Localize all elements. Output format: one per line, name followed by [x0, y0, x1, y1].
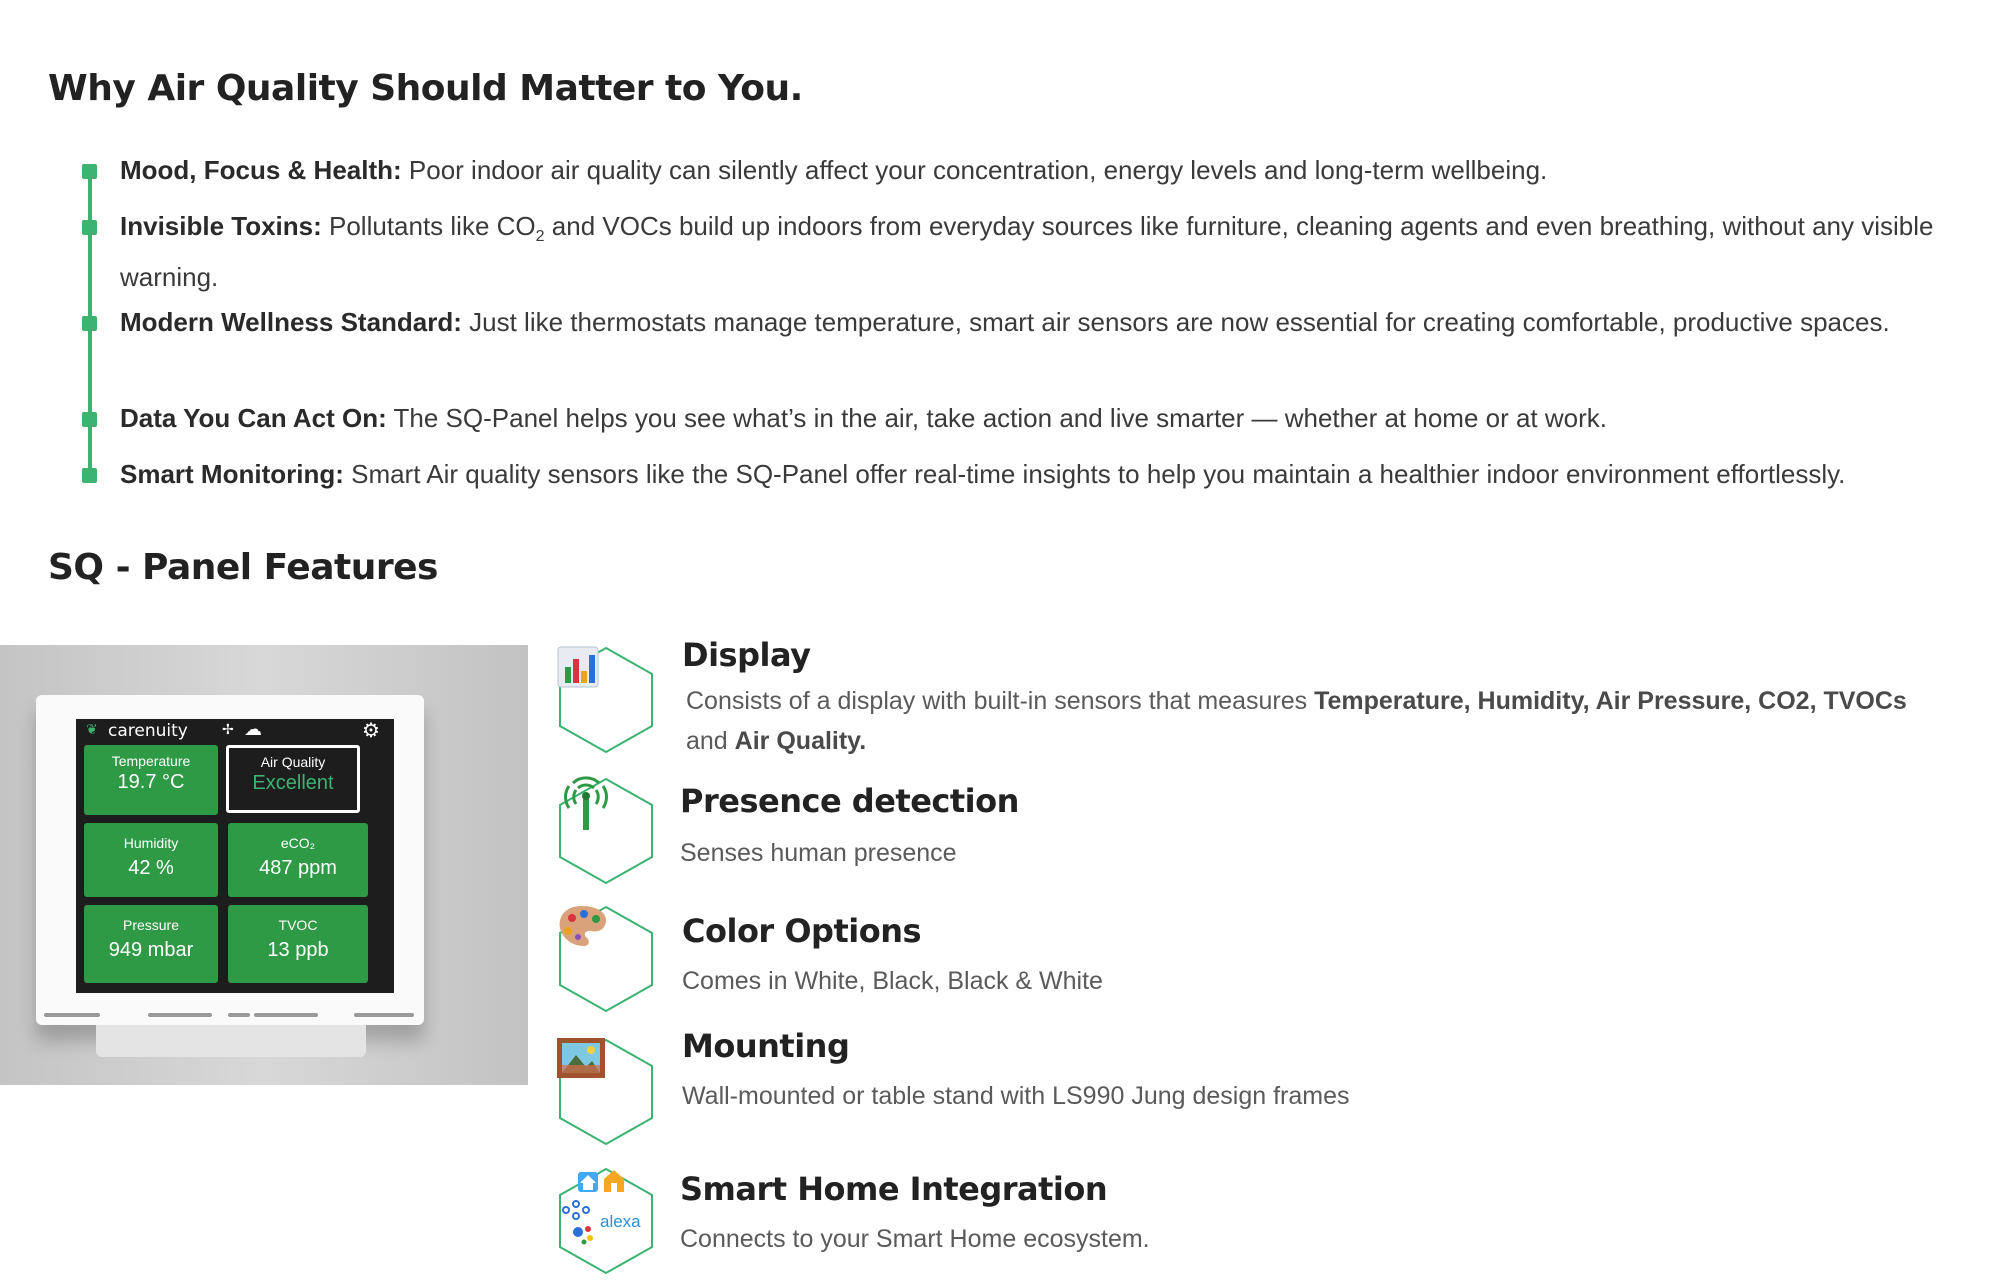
- bar-chart-icon: [556, 645, 656, 755]
- bullet-text: Pollutants like CO: [321, 211, 536, 241]
- device-stand: [96, 1025, 366, 1057]
- antenna-icon: [556, 776, 656, 886]
- device-frame: ❦ carenuity ✢ ☁ ⚙ Temperature 19.7 °C Ai…: [36, 695, 424, 1057]
- bullet-text: Smart Air quality sensors like the SQ-Pa…: [343, 459, 1846, 489]
- feature-title-smart-home: Smart Home Integration: [680, 1170, 1108, 1208]
- bullet-text: Just like thermostats manage temperature…: [461, 307, 1890, 337]
- tile-label: Temperature: [111, 753, 191, 769]
- bullet-marker: [82, 412, 97, 427]
- palette-icon: [556, 904, 656, 1014]
- brand-logo: carenuity: [108, 721, 188, 741]
- tile-value: 13 ppb: [267, 939, 329, 961]
- feature-desc-mounting: Wall-mounted or table stand with LS990 J…: [682, 1082, 1350, 1110]
- bullet-label: Modern Wellness Standard:: [120, 307, 462, 337]
- bullet-marker: [82, 468, 97, 483]
- list-item: Mood, Focus & Health: Poor indoor air qu…: [80, 150, 1960, 206]
- feature-title-display: Display: [682, 636, 811, 674]
- framed-picture-icon: [556, 1037, 656, 1147]
- feature-title-mounting: Mounting: [682, 1027, 850, 1065]
- tile-label: TVOC: [278, 917, 318, 933]
- bullet-label: Mood, Focus & Health:: [120, 155, 402, 185]
- tile-value: 42 %: [128, 857, 174, 879]
- tile-value: 949 mbar: [108, 939, 194, 961]
- desc-bold: Air Quality.: [734, 727, 867, 755]
- feature-desc-smart-home: Connects to your Smart Home ecosystem.: [680, 1225, 1150, 1253]
- tile-label: Air Quality: [260, 754, 326, 770]
- feature-title-color: Color Options: [682, 912, 922, 950]
- feature-icon-display: [556, 645, 656, 755]
- alexa-badge: alexa: [600, 1212, 641, 1231]
- desc-text: Consists of a display with built-in sens…: [686, 687, 1315, 715]
- list-item: Data You Can Act On: The SQ-Panel helps …: [80, 398, 1960, 454]
- section-title-air-quality: Why Air Quality Should Matter to You.: [48, 68, 803, 109]
- subscript: 2: [535, 228, 545, 246]
- feature-icon-mounting: [556, 1037, 656, 1147]
- bullet-label: Invisible Toxins:: [120, 211, 322, 241]
- eco2-tile: eCO₂ 487 ppm: [228, 823, 368, 897]
- section-title-features: SQ - Panel Features: [48, 547, 438, 588]
- gear-icon: ⚙: [362, 720, 380, 742]
- cloud-icon: ☁: [244, 719, 262, 739]
- feature-icon-presence: [556, 776, 656, 886]
- air-quality-tile: Air Quality Excellent: [226, 745, 360, 813]
- leaf-icon: ❦: [86, 721, 98, 737]
- fan-icon: ✢: [222, 721, 234, 737]
- tile-value: 19.7 °C: [117, 771, 185, 793]
- bullet-label: Smart Monitoring:: [120, 459, 344, 489]
- bullet-marker: [82, 220, 97, 235]
- desc-text: and: [686, 727, 735, 755]
- tile-value: Excellent: [252, 772, 334, 794]
- air-quality-bullet-list: Mood, Focus & Health: Poor indoor air qu…: [80, 150, 1980, 494]
- tvoc-tile: TVOC 13 ppb: [228, 905, 368, 983]
- bullet-marker: [82, 164, 97, 179]
- feature-desc-presence: Senses human presence: [680, 839, 957, 867]
- device-vents: [36, 1013, 424, 1019]
- pressure-tile: Pressure 949 mbar: [84, 905, 218, 983]
- bullet-marker: [82, 316, 97, 331]
- humidity-tile: Humidity 42 %: [84, 823, 218, 897]
- feature-desc-display: Consists of a display with built-in sens…: [686, 681, 1946, 761]
- list-item: Invisible Toxins: Pollutants like CO2 an…: [80, 206, 1960, 302]
- tile-label: eCO₂: [280, 835, 316, 851]
- tile-label: Humidity: [123, 835, 179, 851]
- bullet-label: Data You Can Act On:: [120, 403, 387, 433]
- tile-value: 487 ppm: [259, 857, 337, 879]
- desc-bold: Temperature, Humidity, Air Pressure, CO2…: [1314, 687, 1907, 715]
- list-item: Modern Wellness Standard: Just like ther…: [80, 302, 1960, 398]
- bullet-text: Poor indoor air quality can silently aff…: [401, 155, 1548, 185]
- device-screen: ❦ carenuity ✢ ☁ ⚙ Temperature 19.7 °C Ai…: [76, 719, 394, 993]
- temperature-tile: Temperature 19.7 °C: [84, 745, 218, 815]
- device-product-image: ❦ carenuity ✢ ☁ ⚙ Temperature 19.7 °C Ai…: [0, 645, 528, 1085]
- bullet-text: The SQ-Panel helps you see what’s in the…: [386, 403, 1607, 433]
- list-item: Smart Monitoring: Smart Air quality sens…: [80, 454, 1960, 494]
- feature-icon-color: [556, 904, 656, 1014]
- feature-title-presence: Presence detection: [680, 782, 1019, 820]
- feature-desc-color: Comes in White, Black, Black & White: [682, 967, 1103, 995]
- feature-icon-smart-home: alexa: [556, 1166, 656, 1276]
- screen-status-bar: ❦ carenuity ✢ ☁ ⚙: [86, 719, 386, 742]
- tile-label: Pressure: [122, 917, 180, 933]
